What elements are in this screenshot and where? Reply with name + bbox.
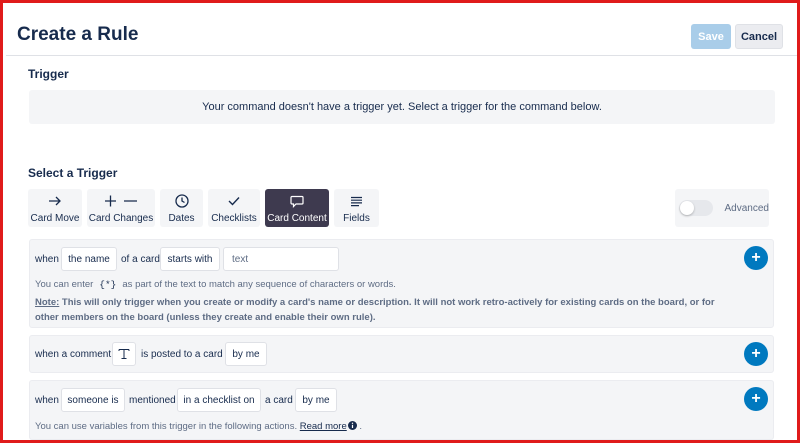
- variables-help-text: You can use variables from this trigger …: [35, 421, 362, 432]
- wildcard-code: {*}: [99, 279, 117, 290]
- where-select[interactable]: in a checklist on: [177, 388, 261, 412]
- tab-card-content[interactable]: Card Content: [265, 189, 329, 227]
- tab-label: Dates: [168, 213, 195, 224]
- trigger-option-comment: when a comment is posted to a card by me…: [29, 335, 774, 373]
- of-a-card-text: of a card: [121, 254, 160, 265]
- tab-card-move[interactable]: Card Move: [28, 189, 82, 227]
- help-suffix: as part of the text to match any sequenc…: [122, 279, 396, 290]
- tab-label: Checklists: [211, 213, 257, 224]
- help-text: You can use variables from this trigger …: [35, 421, 298, 432]
- lines-icon: [350, 192, 363, 210]
- plus-minus-icon: [104, 192, 138, 210]
- note-line-1: This will only trigger when you create o…: [61, 297, 715, 308]
- tab-label: Card Content: [267, 213, 327, 224]
- checkmark-icon: [228, 192, 240, 210]
- save-button[interactable]: Save: [691, 24, 731, 49]
- read-more-link[interactable]: Read more: [300, 421, 347, 432]
- advanced-label: Advanced: [724, 202, 769, 214]
- tab-label: Card Changes: [88, 213, 154, 224]
- add-trigger-button[interactable]: +: [744, 342, 768, 366]
- select-trigger-heading: Select a Trigger: [28, 166, 118, 180]
- page-title: Create a Rule: [17, 24, 139, 45]
- mentioned-text: mentioned: [129, 395, 176, 406]
- help-prefix: You can enter: [35, 279, 94, 290]
- comment-bubble-icon: [290, 192, 304, 210]
- tab-label: Card Move: [30, 213, 80, 224]
- trigger-empty-box: Your command doesn't have a trigger yet.…: [29, 90, 775, 124]
- field-select[interactable]: the name: [61, 247, 117, 271]
- tab-label: Fields: [343, 213, 370, 224]
- text-format-icon[interactable]: [112, 342, 136, 366]
- by-select[interactable]: by me: [225, 342, 267, 366]
- when-a-comment-text: when a comment: [35, 349, 112, 360]
- tab-card-changes[interactable]: Card Changes: [87, 189, 155, 227]
- tab-fields[interactable]: Fields: [334, 189, 379, 227]
- add-trigger-button[interactable]: +: [744, 387, 768, 411]
- arrow-right-icon: [48, 192, 62, 210]
- trigger-option-card-name: when the name of a card starts with text…: [29, 239, 774, 328]
- advanced-toggle-container: Advanced: [675, 189, 769, 227]
- a-card-text: a card: [265, 395, 293, 406]
- trigger-option-mention: when someone is mentioned in a checklist…: [29, 380, 774, 440]
- note-text: Note: This will only trigger when you cr…: [35, 295, 715, 325]
- note-label: Note:: [35, 297, 60, 308]
- trigger-heading: Trigger: [28, 67, 69, 81]
- tab-dates[interactable]: Dates: [160, 189, 203, 227]
- advanced-toggle[interactable]: [679, 200, 713, 216]
- header: Create a Rule Save Cancel: [6, 6, 797, 56]
- rule-editor-frame: Create a Rule Save Cancel Trigger Your c…: [0, 0, 800, 443]
- when-text: when: [35, 254, 59, 265]
- trigger-empty-message: Your command doesn't have a trigger yet.…: [202, 101, 602, 113]
- toggle-knob: [680, 201, 694, 215]
- cancel-button[interactable]: Cancel: [735, 24, 783, 49]
- tab-checklists[interactable]: Checklists: [208, 189, 260, 227]
- note-line-2: other members on the board (unless they …: [35, 312, 376, 323]
- when-text: when: [35, 395, 59, 406]
- info-icon[interactable]: [347, 421, 357, 432]
- text-input[interactable]: text: [223, 247, 339, 271]
- trailing-period: .: [359, 421, 363, 432]
- who-select[interactable]: someone is: [61, 388, 125, 412]
- operator-select[interactable]: starts with: [160, 247, 220, 271]
- is-posted-text: is posted to a card: [141, 349, 223, 360]
- by-select[interactable]: by me: [295, 388, 337, 412]
- add-trigger-button[interactable]: +: [744, 246, 768, 270]
- clock-icon: [174, 192, 189, 210]
- help-text: You can enter {*} as part of the text to m…: [35, 279, 396, 290]
